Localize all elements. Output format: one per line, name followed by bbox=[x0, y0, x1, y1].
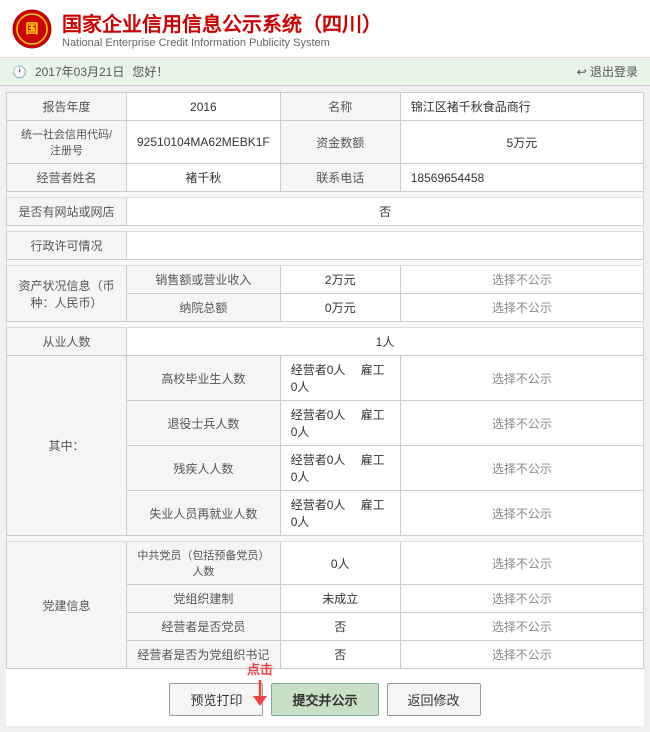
unemployed-label: 失业人员再就业人数 bbox=[127, 491, 281, 536]
is-member-privacy[interactable]: 选择不公示 bbox=[400, 613, 643, 641]
report-year-value: 2016 bbox=[127, 93, 281, 121]
table-row: 行政许可情况 bbox=[7, 232, 644, 260]
logout-button[interactable]: ↩ 退出登录 bbox=[577, 63, 638, 80]
permit-label: 行政许可情况 bbox=[7, 232, 127, 260]
assets-label: 资产状况信息（币种：人民币） bbox=[7, 266, 127, 322]
arrow-down-icon bbox=[245, 678, 275, 708]
edu-privacy[interactable]: 选择不公示 bbox=[400, 356, 643, 401]
among-label: 其中： bbox=[7, 356, 127, 536]
capital-label: 资金数额 bbox=[280, 121, 400, 164]
sales-label: 销售额或营业收入 bbox=[127, 266, 281, 294]
header-text: 国家企业信用信息公示系统（四川） National Enterprise Cre… bbox=[62, 8, 382, 49]
table-row: 经营者姓名 褚千秋 联系电话 18569654458 bbox=[7, 164, 644, 192]
disabled-privacy[interactable]: 选择不公示 bbox=[400, 446, 643, 491]
veteran-label: 退役士兵人数 bbox=[127, 401, 281, 446]
operator-label: 经营者姓名 bbox=[7, 164, 127, 192]
disabled-label: 残疾人人数 bbox=[127, 446, 281, 491]
logo-icon: 国 bbox=[12, 9, 52, 49]
tax-privacy[interactable]: 选择不公示 bbox=[400, 294, 643, 322]
sales-value: 2万元 bbox=[280, 266, 400, 294]
table-row: 是否有网站或网店 否 bbox=[7, 198, 644, 226]
party-org-value: 未成立 bbox=[280, 585, 400, 613]
contact-label: 联系电话 bbox=[280, 164, 400, 192]
table-row: 从业人数 1人 bbox=[7, 328, 644, 356]
logout-label: 退出登录 bbox=[590, 65, 638, 79]
table-row: 资产状况信息（币种：人民币） 销售额或营业收入 2万元 选择不公示 bbox=[7, 266, 644, 294]
is-secretary-privacy[interactable]: 选择不公示 bbox=[400, 641, 643, 669]
name-label: 名称 bbox=[280, 93, 400, 121]
info-table: 报告年度 2016 名称 锦江区褚千秋食品商行 统一社会信用代码/注册号 925… bbox=[6, 92, 644, 669]
website-value: 否 bbox=[127, 198, 644, 226]
topbar-date: 2017年03月21日 bbox=[35, 63, 124, 80]
click-hint-label: 点击 bbox=[247, 659, 273, 678]
party-member-label: 中共党员（包括预备党员）人数 bbox=[127, 542, 281, 585]
svg-text:国: 国 bbox=[25, 21, 38, 36]
main-content: 报告年度 2016 名称 锦江区褚千秋食品商行 统一社会信用代码/注册号 925… bbox=[6, 92, 644, 726]
return-modify-button[interactable]: 返回修改 bbox=[387, 683, 481, 716]
clock-icon: 🕐 bbox=[12, 65, 27, 79]
is-secretary-value: 否 bbox=[280, 641, 400, 669]
name-value: 锦江区褚千秋食品商行 bbox=[400, 93, 643, 121]
unemployed-privacy[interactable]: 选择不公示 bbox=[400, 491, 643, 536]
report-year-label: 报告年度 bbox=[7, 93, 127, 121]
edu-detail: 经营者0人 雇工0人 bbox=[280, 356, 400, 401]
submit-public-button[interactable]: 提交并公示 bbox=[271, 683, 378, 716]
employee-section-label: 从业人数 bbox=[7, 328, 127, 356]
site-subtitle: National Enterprise Credit Information P… bbox=[62, 37, 382, 49]
party-member-privacy[interactable]: 选择不公示 bbox=[400, 542, 643, 585]
site-title: 国家企业信用信息公示系统（四川） bbox=[62, 8, 382, 37]
topbar: 🕐 2017年03月21日 您好！ ↩ 退出登录 bbox=[0, 58, 650, 86]
credit-code-label: 统一社会信用代码/注册号 bbox=[7, 121, 127, 164]
unemployed-detail: 经营者0人 雇工0人 bbox=[280, 491, 400, 536]
topbar-greeting: 您好！ bbox=[132, 63, 168, 80]
operator-value: 褚千秋 bbox=[127, 164, 281, 192]
party-org-label: 党组织建制 bbox=[127, 585, 281, 613]
permit-value bbox=[127, 232, 644, 260]
disabled-detail: 经营者0人 雇工0人 bbox=[280, 446, 400, 491]
employee-count: 1人 bbox=[127, 328, 644, 356]
edu-label: 高校毕业生人数 bbox=[127, 356, 281, 401]
table-row: 统一社会信用代码/注册号 92510104MA62MEBK1F 资金数额 5万元 bbox=[7, 121, 644, 164]
header: 国 国家企业信用信息公示系统（四川） National Enterprise C… bbox=[0, 0, 650, 58]
table-row: 其中： 高校毕业生人数 经营者0人 雇工0人 选择不公示 bbox=[7, 356, 644, 401]
veteran-privacy[interactable]: 选择不公示 bbox=[400, 401, 643, 446]
party-org-privacy[interactable]: 选择不公示 bbox=[400, 585, 643, 613]
is-member-value: 否 bbox=[280, 613, 400, 641]
button-row: 点击 预览打印 提交并公示 返回修改 bbox=[6, 669, 644, 726]
party-member-value: 0人 bbox=[280, 542, 400, 585]
table-row: 报告年度 2016 名称 锦江区褚千秋食品商行 bbox=[7, 93, 644, 121]
tax-value: 0万元 bbox=[280, 294, 400, 322]
party-section-label: 党建信息 bbox=[7, 542, 127, 669]
website-label: 是否有网站或网店 bbox=[7, 198, 127, 226]
topbar-left: 🕐 2017年03月21日 您好！ bbox=[12, 63, 168, 80]
table-row: 党建信息 中共党员（包括预备党员）人数 0人 选择不公示 bbox=[7, 542, 644, 585]
sales-privacy[interactable]: 选择不公示 bbox=[400, 266, 643, 294]
credit-code-value: 92510104MA62MEBK1F bbox=[127, 121, 281, 164]
logout-icon: ↩ bbox=[577, 65, 587, 79]
is-member-label: 经营者是否党员 bbox=[127, 613, 281, 641]
capital-value: 5万元 bbox=[400, 121, 643, 164]
tax-label: 纳院总额 bbox=[127, 294, 281, 322]
veteran-detail: 经营者0人 雇工0人 bbox=[280, 401, 400, 446]
contact-value: 18569654458 bbox=[400, 164, 643, 192]
